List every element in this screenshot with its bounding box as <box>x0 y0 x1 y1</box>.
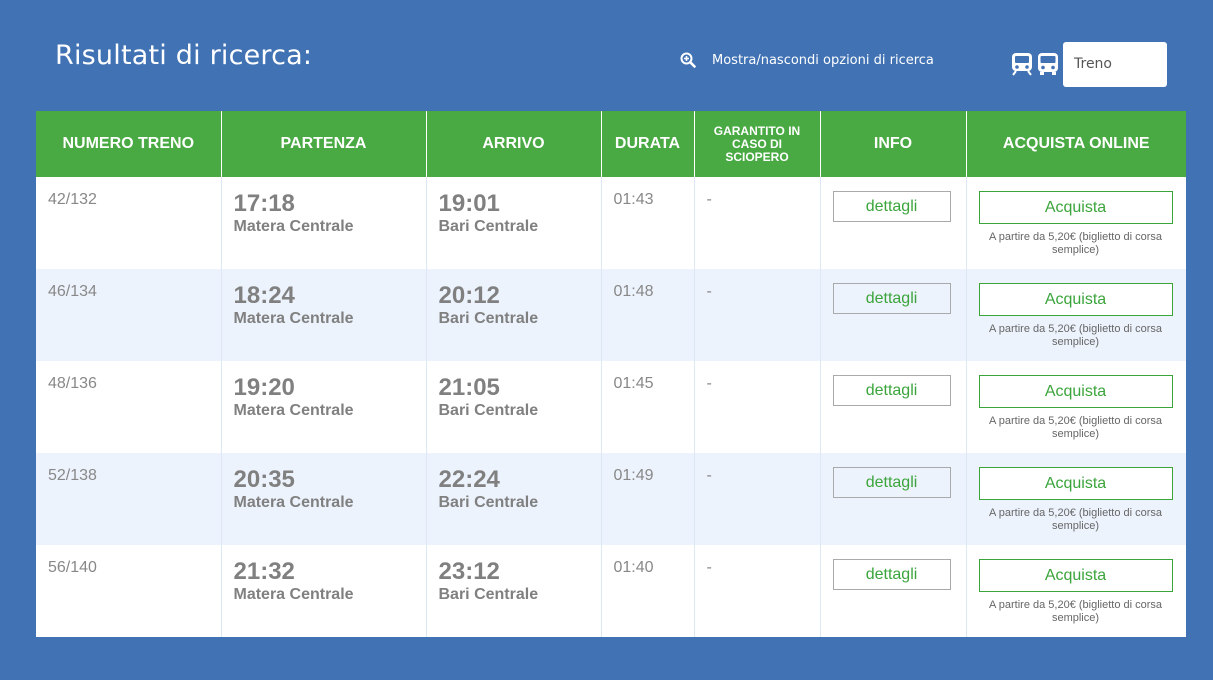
duration: 01:43 <box>601 177 695 269</box>
column-header-duration: DURATA <box>601 111 695 177</box>
train-number: 46/134 <box>36 269 222 361</box>
departure-cell: 19:20 Matera Centrale <box>221 361 427 453</box>
strike-guarantee: - <box>694 269 821 361</box>
price-note: A partire da 5,20€ (biglietto di corsa s… <box>988 231 1163 256</box>
departure-station: Matera Centrale <box>233 494 354 511</box>
buy-cell: Acquista A partire da 5,20€ (biglietto d… <box>966 269 1186 361</box>
arrival-cell: 21:05 Bari Centrale <box>426 361 602 453</box>
train-number: 56/140 <box>36 545 222 637</box>
table-header-row: NUMERO TRENO PARTENZA ARRIVO DURATA GARA… <box>36 111 1186 177</box>
duration: 01:45 <box>601 361 695 453</box>
strike-guarantee: - <box>694 361 821 453</box>
train-number: 52/138 <box>36 453 222 545</box>
arrival-time: 20:12 <box>438 282 500 309</box>
buy-cell: Acquista A partire da 5,20€ (biglietto d… <box>966 453 1186 545</box>
arrival-cell: 22:24 Bari Centrale <box>426 453 602 545</box>
arrival-time: 21:05 <box>438 374 500 401</box>
details-button[interactable]: dettagli <box>832 283 951 314</box>
train-number: 42/132 <box>36 177 222 269</box>
train-number: 48/136 <box>36 361 222 453</box>
buy-button[interactable]: Acquista <box>978 283 1173 316</box>
departure-time: 20:35 <box>233 466 295 493</box>
details-button[interactable]: dettagli <box>832 467 951 498</box>
buy-button[interactable]: Acquista <box>978 375 1173 408</box>
strike-guarantee: - <box>694 177 821 269</box>
details-button[interactable]: dettagli <box>832 375 951 406</box>
price-note: A partire da 5,20€ (biglietto di corsa s… <box>988 323 1163 348</box>
arrival-cell: 23:12 Bari Centrale <box>426 545 602 637</box>
arrival-cell: 20:12 Bari Centrale <box>426 269 602 361</box>
info-cell: dettagli <box>820 177 967 269</box>
toggle-search-options[interactable]: Mostra/nascondi opzioni di ricerca <box>680 52 934 68</box>
duration: 01:49 <box>601 453 695 545</box>
departure-time: 17:18 <box>233 190 295 217</box>
column-header-departure: PARTENZA <box>221 111 427 177</box>
transport-mode-icons <box>1011 52 1059 76</box>
departure-time: 18:24 <box>233 282 295 309</box>
arrival-station: Bari Centrale <box>438 494 539 511</box>
arrival-time: 23:12 <box>438 558 500 585</box>
table-row: 52/138 20:35 Matera Centrale 22:24 Bari … <box>36 453 1186 545</box>
arrival-station: Bari Centrale <box>438 310 539 327</box>
departure-cell: 20:35 Matera Centrale <box>221 453 427 545</box>
price-note: A partire da 5,20€ (biglietto di corsa s… <box>988 415 1163 440</box>
info-cell: dettagli <box>820 361 967 453</box>
table-row: 48/136 19:20 Matera Centrale 21:05 Bari … <box>36 361 1186 453</box>
departure-cell: 17:18 Matera Centrale <box>221 177 427 269</box>
departure-time: 19:20 <box>233 374 295 401</box>
duration: 01:40 <box>601 545 695 637</box>
strike-guarantee: - <box>694 545 821 637</box>
table-row: 56/140 21:32 Matera Centrale 23:12 Bari … <box>36 545 1186 637</box>
price-note: A partire da 5,20€ (biglietto di corsa s… <box>988 507 1163 532</box>
departure-station: Matera Centrale <box>233 218 354 235</box>
column-header-info: INFO <box>820 111 967 177</box>
arrival-station: Bari Centrale <box>438 218 539 235</box>
column-header-arrival: ARRIVO <box>426 111 602 177</box>
details-button[interactable]: dettagli <box>832 191 951 222</box>
table-row: 42/132 17:18 Matera Centrale 19:01 Bari … <box>36 177 1186 269</box>
departure-time: 21:32 <box>233 558 295 585</box>
arrival-cell: 19:01 Bari Centrale <box>426 177 602 269</box>
departure-cell: 21:32 Matera Centrale <box>221 545 427 637</box>
details-button[interactable]: dettagli <box>832 559 951 590</box>
buy-cell: Acquista A partire da 5,20€ (biglietto d… <box>966 545 1186 637</box>
departure-station: Matera Centrale <box>233 402 354 419</box>
duration: 01:48 <box>601 269 695 361</box>
results-table: NUMERO TRENO PARTENZA ARRIVO DURATA GARA… <box>36 111 1186 637</box>
transport-mode-select[interactable]: Treno <box>1063 42 1167 87</box>
strike-guarantee: - <box>694 453 821 545</box>
arrival-time: 19:01 <box>438 190 500 217</box>
column-header-number: NUMERO TRENO <box>36 111 222 177</box>
train-icon[interactable] <box>1011 52 1033 76</box>
buy-button[interactable]: Acquista <box>978 559 1173 592</box>
info-cell: dettagli <box>820 269 967 361</box>
table-row: 46/134 18:24 Matera Centrale 20:12 Bari … <box>36 269 1186 361</box>
bus-icon[interactable] <box>1037 52 1059 76</box>
zoom-in-icon <box>680 52 696 68</box>
buy-button[interactable]: Acquista <box>978 467 1173 500</box>
column-header-strike-guarantee: GARANTITO IN CASO DI SCIOPERO <box>694 111 821 177</box>
arrival-time: 22:24 <box>438 466 500 493</box>
page-title: Risultati di ricerca: <box>55 40 313 71</box>
column-header-buy-online: ACQUISTA ONLINE <box>966 111 1186 177</box>
info-cell: dettagli <box>820 453 967 545</box>
departure-cell: 18:24 Matera Centrale <box>221 269 427 361</box>
price-note: A partire da 5,20€ (biglietto di corsa s… <box>988 599 1163 624</box>
buy-button[interactable]: Acquista <box>978 191 1173 224</box>
arrival-station: Bari Centrale <box>438 402 539 419</box>
buy-cell: Acquista A partire da 5,20€ (biglietto d… <box>966 361 1186 453</box>
toggle-label: Mostra/nascondi opzioni di ricerca <box>712 52 934 68</box>
arrival-station: Bari Centrale <box>438 586 539 603</box>
info-cell: dettagli <box>820 545 967 637</box>
buy-cell: Acquista A partire da 5,20€ (biglietto d… <box>966 177 1186 269</box>
departure-station: Matera Centrale <box>233 586 354 603</box>
departure-station: Matera Centrale <box>233 310 354 327</box>
